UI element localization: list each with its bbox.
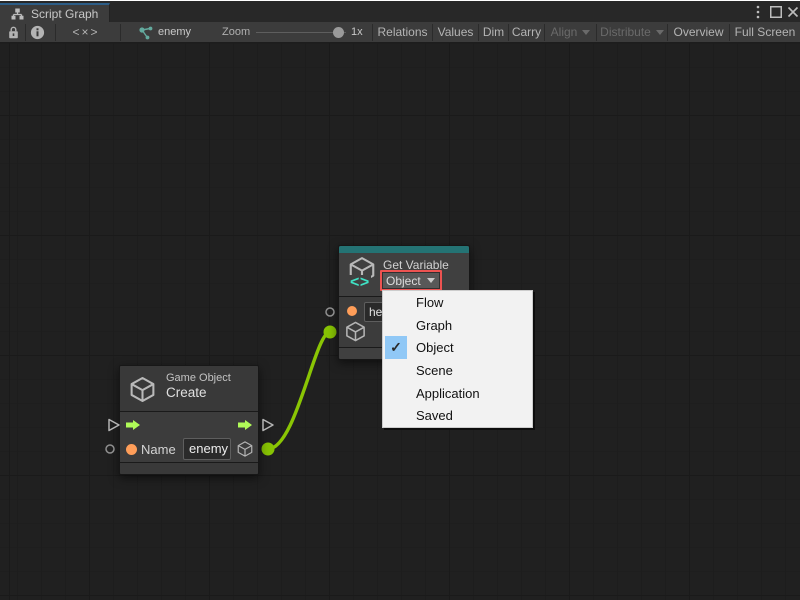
flow-in-arrow-icon	[126, 420, 140, 430]
gv-name-input-port[interactable]	[324, 306, 336, 318]
zoom-value: 1x	[351, 25, 363, 40]
distribute-button-label: Distribute	[600, 25, 651, 39]
tab-bar: Script Graph	[0, 1, 800, 22]
menu-item-label: Flow	[416, 295, 443, 310]
string-port-dot	[126, 444, 137, 455]
chevron-down-icon	[427, 278, 435, 283]
align-button[interactable]: Align	[545, 25, 596, 40]
string-port-dot	[347, 306, 357, 316]
variable-kind-value: Object	[386, 274, 421, 288]
code-brackets-icon: <>	[349, 275, 371, 290]
variable-accent-bar	[339, 246, 469, 253]
cube-icon	[128, 375, 157, 404]
edit-code-icon[interactable]: <×>	[68, 25, 104, 40]
carry-button[interactable]: Carry	[509, 25, 544, 40]
node-create-gameobject[interactable]: Game Object Create Name enemy	[119, 365, 259, 475]
menu-item-label: Application	[416, 386, 480, 401]
flow-output-port[interactable]	[261, 418, 275, 432]
chevron-down-icon	[582, 30, 590, 35]
check-slot	[385, 291, 407, 314]
info-icon[interactable]	[30, 25, 45, 40]
menu-item-saved[interactable]: Saved	[383, 404, 532, 427]
toolbar-separator	[25, 24, 26, 41]
fullscreen-button[interactable]: Full Screen	[730, 25, 800, 40]
tab-script-graph[interactable]: Script Graph	[0, 3, 110, 22]
check-slot	[385, 382, 407, 405]
menu-item-application[interactable]: Application	[383, 382, 532, 405]
zoom-label: Zoom	[222, 25, 250, 40]
script-graph-window: Script Graph <×>	[0, 0, 800, 600]
dim-button[interactable]: Dim	[479, 25, 508, 40]
zoom-slider-knob[interactable]	[333, 27, 344, 38]
close-icon[interactable]	[785, 4, 800, 20]
graph-name-label: enemy	[158, 25, 191, 40]
menu-item-label: Saved	[416, 408, 453, 423]
variable-kind-dropdown[interactable]: Object	[380, 270, 442, 291]
create-node-header-separator	[120, 411, 258, 412]
script-graph-icon	[11, 8, 24, 20]
toolbar-separator	[120, 24, 121, 41]
menu-item-graph[interactable]: Graph	[383, 314, 532, 337]
lock-icon[interactable]	[8, 26, 19, 39]
menu-item-flow[interactable]: Flow	[383, 291, 532, 314]
name-input[interactable]: enemy	[183, 438, 231, 460]
graph-variable-icon	[138, 26, 154, 40]
gameobject-output-cube-icon	[236, 440, 254, 458]
create-node-footer	[120, 463, 258, 474]
tab-title: Script Graph	[31, 7, 98, 21]
menu-item-label: Graph	[416, 318, 452, 333]
kebab-menu-icon[interactable]	[751, 4, 765, 20]
flow-out-arrow-icon	[238, 420, 252, 430]
relations-button[interactable]: Relations	[373, 25, 432, 40]
overview-button[interactable]: Overview	[668, 25, 729, 40]
menu-item-label: Object	[416, 340, 454, 355]
menu-item-object[interactable]: ✓ Object	[383, 336, 532, 359]
check-slot	[385, 314, 407, 337]
create-node-header: Game Object Create	[120, 366, 258, 411]
gameobject-port-cube-icon	[344, 320, 367, 343]
align-button-label: Align	[551, 25, 578, 39]
check-icon: ✓	[385, 336, 407, 359]
check-slot	[385, 359, 407, 382]
create-node-title: Create	[166, 385, 207, 400]
distribute-button[interactable]: Distribute	[597, 25, 667, 40]
flow-input-port[interactable]	[107, 418, 121, 432]
menu-item-label: Scene	[416, 363, 453, 378]
value-input-port[interactable]	[104, 443, 116, 455]
name-param-label: Name	[141, 442, 176, 457]
toolbar-separator	[55, 24, 56, 41]
maximize-icon[interactable]	[768, 4, 784, 20]
chevron-down-icon	[656, 30, 664, 35]
check-slot	[385, 404, 407, 427]
menu-item-scene[interactable]: Scene	[383, 359, 532, 382]
create-node-category: Game Object	[166, 372, 231, 384]
variable-kind-menu: Flow Graph ✓ Object Scene Application Sav…	[382, 290, 533, 428]
values-button[interactable]: Values	[433, 25, 478, 40]
graph-toolbar: <×> enemy Zoom 1x Relations Values Dim C…	[0, 22, 800, 43]
